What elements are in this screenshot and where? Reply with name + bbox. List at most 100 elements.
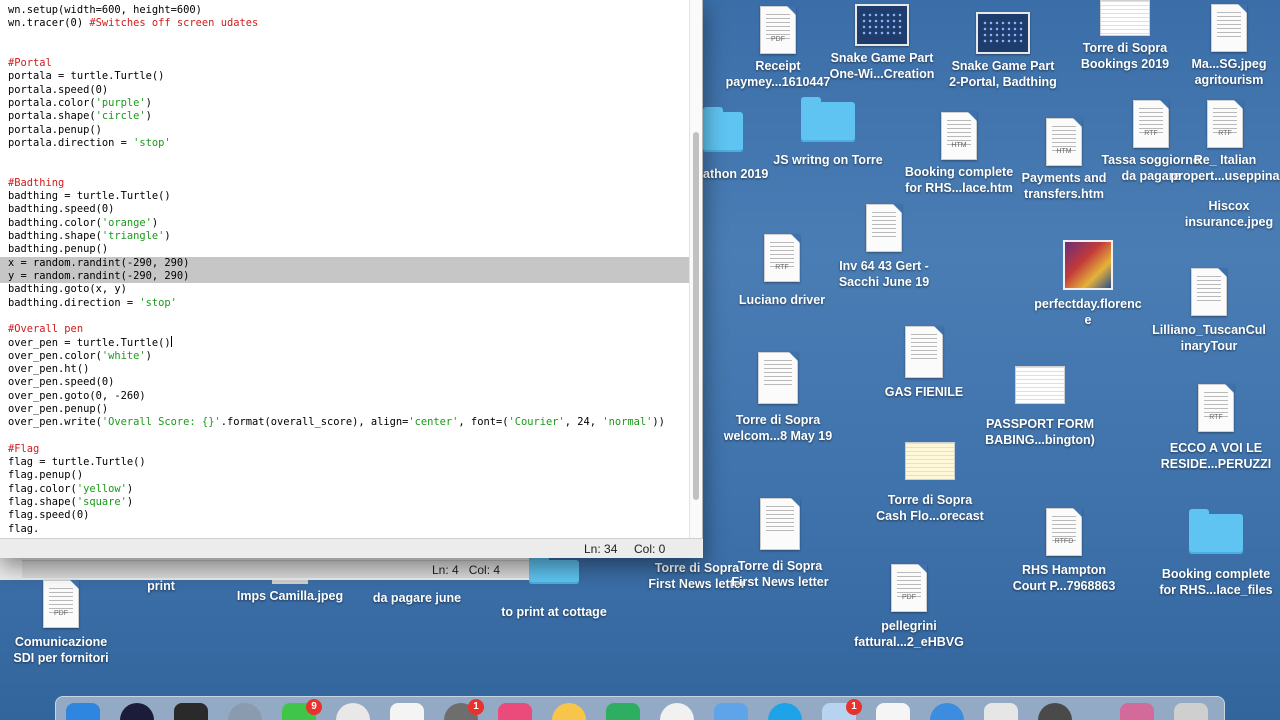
code-line[interactable]: badthing.shape('triangle') bbox=[0, 230, 690, 243]
desktop-item-pellegrini[interactable]: PDF pellegrini fattural...2_eHBVG bbox=[848, 564, 970, 650]
desktop-item-perfectday[interactable]: perfectday.florenc e bbox=[1026, 240, 1150, 328]
trash-icon[interactable] bbox=[1174, 703, 1208, 720]
code-line[interactable]: wn.setup(width=600, height=600) bbox=[0, 4, 690, 17]
code-token: , font=( bbox=[458, 416, 509, 429]
code-line[interactable]: badthing.direction = 'stop' bbox=[0, 297, 690, 310]
line-number: Ln: 34 bbox=[584, 542, 618, 556]
code-line[interactable]: flag.penup() bbox=[0, 469, 690, 482]
code-line[interactable]: badthing.penup() bbox=[0, 243, 690, 256]
launchpad-icon[interactable] bbox=[228, 703, 262, 720]
code-editor-window[interactable]: wn.setup(width=600, height=600) wn.tracer… bbox=[0, 0, 703, 558]
desktop-item-snake-part-two[interactable]: Snake Game Part 2-Portal, Badthing bbox=[940, 12, 1066, 90]
system-preferences-icon[interactable]: 1 bbox=[444, 699, 484, 720]
code-line[interactable]: portala.speed(0) bbox=[0, 84, 690, 97]
desktop-item-rhs-hampton[interactable]: RTFD RHS Hampton Court P...7968863 bbox=[1004, 508, 1124, 594]
desktop-item-snake-part-one[interactable]: Snake Game Part One-Wi...Creation bbox=[822, 4, 942, 82]
siri-icon[interactable] bbox=[120, 703, 154, 720]
desktop-item-inv-gert[interactable]: Inv 64 43 Gert - Sacchi June 19 bbox=[826, 204, 942, 290]
code-line[interactable]: badthing.goto(x, y) bbox=[0, 283, 690, 296]
desktop-item-imps-camilla[interactable]: Imps Camilla.jpeg bbox=[226, 580, 354, 604]
code-line[interactable]: #Portal bbox=[0, 57, 690, 70]
code-line[interactable]: badthing.speed(0) bbox=[0, 203, 690, 216]
folder-icon bbox=[529, 555, 579, 584]
messages-icon[interactable]: 9 bbox=[282, 699, 322, 720]
code-line[interactable]: flag.color('yellow') bbox=[0, 483, 690, 496]
code-line[interactable]: portala.penup() bbox=[0, 124, 690, 137]
code-line[interactable]: badthing.color('orange') bbox=[0, 217, 690, 230]
documents-folder-icon[interactable] bbox=[1120, 703, 1154, 720]
code-line[interactable]: over_pen.penup() bbox=[0, 403, 690, 416]
desktop-item-gas-fienile[interactable]: GAS FIENILE bbox=[874, 326, 974, 400]
desktop-item-agritourism[interactable]: Ma...SG.jpeg agritourism bbox=[1178, 4, 1280, 88]
finder-icon[interactable] bbox=[66, 703, 100, 720]
code-line[interactable] bbox=[0, 44, 690, 57]
desktop-item-ecco[interactable]: RTF ECCO A VOI LE RESIDE...PERUZZI bbox=[1156, 384, 1276, 472]
mail-icon[interactable]: 1 bbox=[822, 699, 862, 720]
calendar-icon[interactable] bbox=[390, 703, 424, 720]
terminal-icon[interactable] bbox=[174, 703, 208, 720]
scrollbar-thumb[interactable] bbox=[693, 132, 699, 500]
code-line[interactable]: y = random.randint(-290, 290) bbox=[0, 269, 690, 284]
code-token: portala.color( bbox=[8, 97, 96, 110]
skype-icon[interactable] bbox=[768, 703, 802, 720]
desktop-item-passport-form[interactable]: PASSPORT FORM BABING...bington) bbox=[976, 366, 1104, 448]
desktop-item-cash-flow[interactable]: Torre di Sopra Cash Flo...orecast bbox=[866, 442, 994, 524]
photos-icon[interactable] bbox=[660, 703, 694, 720]
code-line[interactable] bbox=[0, 150, 690, 163]
music-icon[interactable] bbox=[498, 703, 532, 720]
desktop-item-hiscox[interactable]: Hiscox insurance.jpeg bbox=[1178, 198, 1280, 230]
code-token: 'triangle' bbox=[101, 230, 165, 243]
desktop-item-da-pagare[interactable]: da pagare june bbox=[362, 590, 472, 606]
code-line[interactable] bbox=[0, 164, 690, 177]
code-line[interactable] bbox=[0, 430, 690, 443]
code-line[interactable]: over_pen.color('white') bbox=[0, 350, 690, 363]
code-line[interactable]: flag.speed(0) bbox=[0, 509, 690, 522]
code-line[interactable]: over_pen.speed(0) bbox=[0, 376, 690, 389]
code-line[interactable]: over_pen.goto(0, -260) bbox=[0, 390, 690, 403]
code-line[interactable]: badthing = turtle.Turtle() bbox=[0, 190, 690, 203]
emoji-icon[interactable] bbox=[552, 703, 586, 720]
code-line[interactable]: portala.color('purple') bbox=[0, 97, 690, 110]
chrome-icon[interactable] bbox=[336, 703, 370, 720]
code-line[interactable]: portala.shape('circle') bbox=[0, 110, 690, 123]
code-line[interactable]: x = random.randint(-290, 290) bbox=[0, 256, 690, 270]
code-line[interactable] bbox=[0, 310, 690, 323]
desktop-item-booking-files[interactable]: Booking complete for RHS...lace_files bbox=[1152, 509, 1280, 598]
code-token: over_pen.color( bbox=[8, 349, 102, 362]
textedit-icon[interactable] bbox=[876, 703, 910, 720]
desktop-item-booking-rhs-htm[interactable]: HTM Booking complete for RHS...lace.htm bbox=[896, 112, 1022, 196]
desktop-item-luciano[interactable]: RTF Luciano driver bbox=[724, 234, 840, 308]
code-line[interactable]: #Badthing bbox=[0, 177, 690, 190]
desktop-item-to-print[interactable]: to print at cottage bbox=[492, 555, 616, 620]
desktop-item-print[interactable]: print bbox=[126, 578, 196, 594]
desktop-item-newsletter-b[interactable]: Torre di Sopra First News letter bbox=[722, 498, 838, 590]
code-token: .format(overall_score), align= bbox=[220, 416, 409, 429]
code-line[interactable]: flag = turtle.Turtle() bbox=[0, 456, 690, 469]
code-line[interactable]: portala.direction = 'stop' bbox=[0, 137, 690, 150]
desktop-item-torre-welcome[interactable]: Torre di Sopra welcom...8 May 19 bbox=[716, 352, 840, 444]
code-line[interactable]: over_pen.ht() bbox=[0, 363, 690, 376]
desktop-item-js-writing[interactable]: JS writng on Torre bbox=[766, 97, 890, 168]
code-token: #Portal bbox=[8, 57, 52, 70]
desktop-item-lilliano[interactable]: Lilliano_TuscanCul inaryTour bbox=[1148, 268, 1270, 354]
numbers-icon[interactable] bbox=[606, 703, 640, 720]
desktop-item-torre-bookings[interactable]: Torre di Sopra Bookings 2019 bbox=[1070, 0, 1180, 72]
code-line[interactable]: #Flag bbox=[0, 443, 690, 456]
code-line[interactable]: flag.shape('square') bbox=[0, 496, 690, 509]
code-line[interactable]: flag. bbox=[0, 523, 690, 536]
desktop-item-italian-property[interactable]: RTF Re_ Italian propert...useppina bbox=[1170, 100, 1280, 184]
quicktime-icon[interactable] bbox=[1038, 703, 1072, 720]
desktop-item-comunicazione[interactable]: PDF Comunicazione SDI per fornitori bbox=[2, 580, 120, 666]
code-text-area[interactable]: wn.setup(width=600, height=600) wn.tracer… bbox=[0, 4, 690, 538]
safari-icon[interactable] bbox=[930, 703, 964, 720]
code-line[interactable]: over_pen = turtle.Turtle() bbox=[0, 336, 690, 349]
vertical-scrollbar[interactable] bbox=[689, 0, 702, 538]
script-editor-icon[interactable] bbox=[984, 703, 1018, 720]
code-line[interactable] bbox=[0, 31, 690, 44]
preview-icon[interactable] bbox=[714, 703, 748, 720]
code-line[interactable]: wn.tracer(0) #Switches off screen udates bbox=[0, 17, 690, 30]
code-line[interactable]: #Overall pen bbox=[0, 323, 690, 336]
code-line[interactable]: over_pen.write('Overall Score: {}'.forma… bbox=[0, 416, 690, 429]
code-line[interactable]: portala = turtle.Turtle() bbox=[0, 70, 690, 83]
code-token: #Badthing bbox=[8, 176, 65, 189]
